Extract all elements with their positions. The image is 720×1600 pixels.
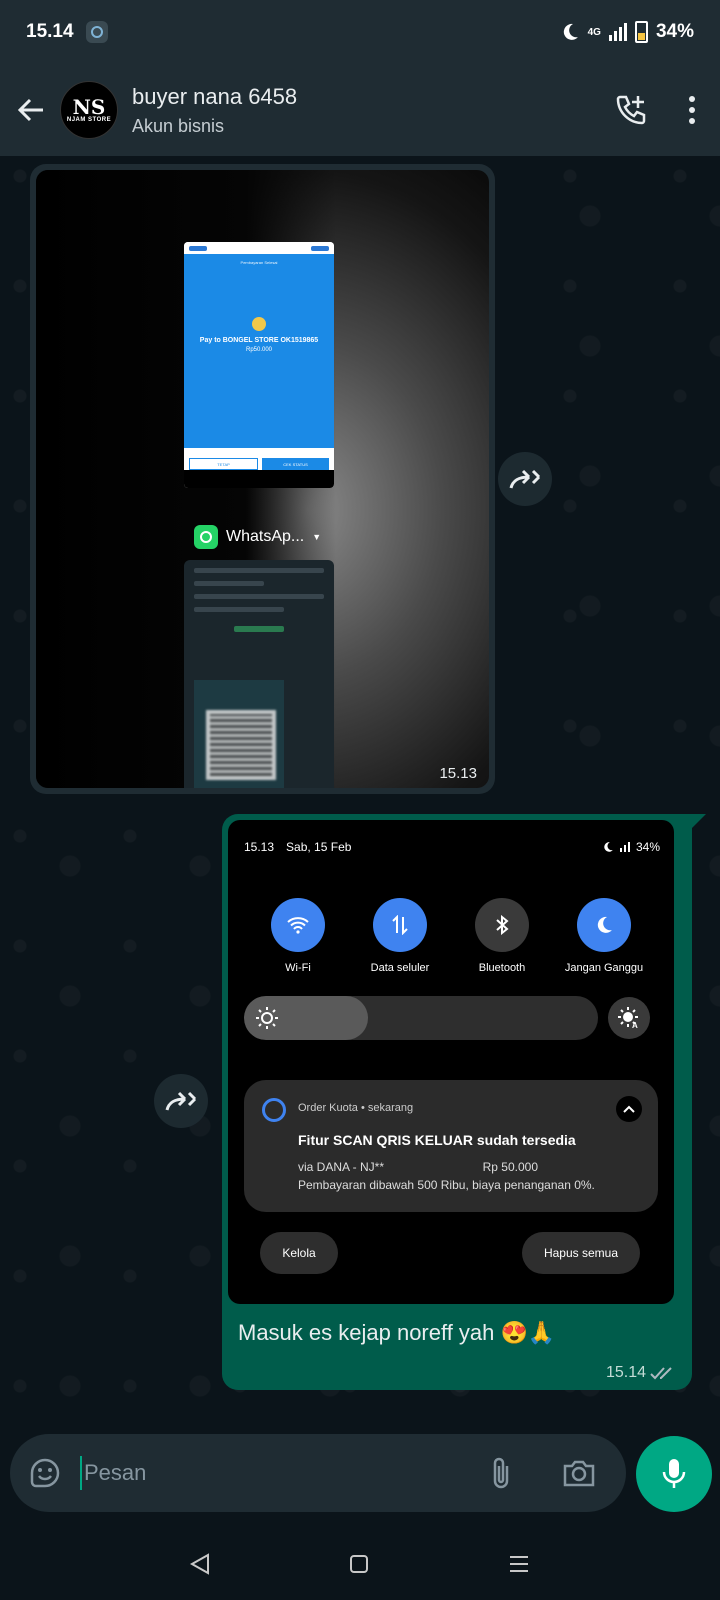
order-kuota-icon bbox=[262, 1098, 286, 1122]
sticker-icon[interactable] bbox=[28, 1456, 62, 1490]
status-bar: 15.14 4G 34% bbox=[0, 0, 720, 64]
notification-app-icon bbox=[85, 21, 108, 43]
sun-icon bbox=[256, 1007, 278, 1029]
chat-header: NS NJAM STORE buyer nana 6458 Akun bisni… bbox=[0, 64, 720, 156]
tile-label: Jangan Ganggu bbox=[564, 962, 644, 974]
payment-title: Pay to BONGEL STORE OK1519865 bbox=[199, 337, 319, 344]
qr-code bbox=[206, 710, 276, 780]
quick-settings-tiles: Wi-Fi Data seluler Bluetooth Jangan Gang… bbox=[248, 898, 654, 974]
chat-area[interactable]: Pembayaran Selesai Pay to BONGEL STORE O… bbox=[0, 156, 720, 1422]
forward-icon bbox=[165, 1091, 197, 1111]
chevron-up-icon bbox=[616, 1096, 642, 1122]
tile-mobile-data: Data seluler bbox=[350, 898, 450, 974]
notification-card: Order Kuota • sekarang Fitur SCAN QRIS K… bbox=[244, 1080, 658, 1212]
text-cursor bbox=[80, 1456, 82, 1490]
tile-bluetooth: Bluetooth bbox=[452, 898, 552, 974]
chevron-down-icon: ▼ bbox=[312, 532, 322, 542]
coin-icon bbox=[252, 317, 266, 331]
message-input-bar: Pesan bbox=[0, 1422, 720, 1528]
blurred-chat-preview bbox=[184, 560, 334, 788]
contact-name: buyer nana 6458 bbox=[132, 83, 298, 109]
tile-label: Bluetooth bbox=[478, 962, 526, 974]
auto-brightness-button: A bbox=[608, 997, 650, 1039]
forward-button[interactable] bbox=[154, 1074, 208, 1128]
signal-icon bbox=[608, 23, 627, 41]
notification-note: Pembayaran dibawah 500 Ribu, biaya penan… bbox=[298, 1178, 595, 1192]
moon-icon bbox=[597, 916, 612, 933]
payment-amount: Rp50.000 bbox=[245, 347, 273, 353]
moon-icon bbox=[604, 842, 613, 852]
signal-icon bbox=[619, 842, 630, 852]
back-button[interactable] bbox=[14, 93, 48, 127]
forward-icon bbox=[509, 469, 541, 489]
battery-level: 34% bbox=[655, 21, 694, 42]
qs-time: 15.13 bbox=[244, 840, 275, 854]
recents-nav-icon[interactable] bbox=[507, 1553, 531, 1575]
notification-title: Fitur SCAN QRIS KELUAR sudah tersedia bbox=[298, 1132, 576, 1148]
moon-icon bbox=[563, 23, 578, 40]
message-time: 15.13 bbox=[439, 765, 477, 782]
tile-label: Data seluler bbox=[370, 962, 430, 974]
qs-battery: 34% bbox=[635, 840, 660, 854]
status-time: 15.14 bbox=[26, 21, 74, 42]
contact-subtitle: Akun bisnis bbox=[132, 115, 225, 136]
screenshot-image[interactable]: Pembayaran Selesai Pay to BONGEL STORE O… bbox=[36, 170, 489, 788]
back-nav-icon[interactable] bbox=[189, 1552, 211, 1576]
more-options-icon[interactable] bbox=[688, 95, 696, 125]
manage-button: Kelola bbox=[260, 1232, 338, 1274]
incoming-image-message[interactable]: Pembayaran Selesai Pay to BONGEL STORE O… bbox=[30, 164, 495, 794]
contact-info[interactable]: buyer nana 6458 Akun bisnis bbox=[132, 84, 297, 137]
bluetooth-icon bbox=[496, 915, 509, 935]
wifi-icon bbox=[287, 917, 309, 934]
home-nav-icon[interactable] bbox=[348, 1553, 370, 1575]
payment-preview-card: Pembayaran Selesai Pay to BONGEL STORE O… bbox=[184, 242, 334, 488]
tile-label: Wi-Fi bbox=[285, 962, 311, 974]
qs-status-bar: 15.13 Sab, 15 Feb 34% bbox=[244, 840, 660, 854]
brightness-slider bbox=[244, 996, 598, 1040]
whatsapp-icon bbox=[194, 525, 218, 549]
network-type: 4G bbox=[587, 26, 601, 38]
avatar[interactable]: NS NJAM STORE bbox=[60, 81, 118, 139]
svg-text:A: A bbox=[632, 1021, 638, 1029]
message-time: 15.14 bbox=[605, 1364, 646, 1381]
recent-app-label: WhatsAp... bbox=[226, 528, 305, 545]
message-input[interactable]: Pesan bbox=[10, 1434, 626, 1512]
read-receipt-icon bbox=[650, 1367, 672, 1380]
system-nav-bar bbox=[0, 1528, 720, 1600]
avatar-logo-text: NJAM STORE bbox=[66, 117, 112, 123]
data-icon bbox=[392, 915, 408, 935]
qs-date: Sab, 15 Feb bbox=[286, 840, 352, 854]
forward-button[interactable] bbox=[498, 452, 552, 506]
payment-check-button: CEK STATUS bbox=[262, 458, 329, 470]
payment-header: Pembayaran Selesai bbox=[240, 260, 278, 265]
attach-icon[interactable] bbox=[490, 1456, 512, 1490]
message-text: Masuk es kejap noreff yah 😍🙏 bbox=[238, 1320, 556, 1345]
voice-message-button[interactable] bbox=[636, 1436, 712, 1512]
outgoing-message[interactable]: 15.13 Sab, 15 Feb 34% Wi-Fi Data seluler… bbox=[222, 814, 706, 1390]
battery-icon bbox=[634, 21, 648, 43]
notification-amount: Rp 50.000 bbox=[482, 1160, 538, 1174]
auto-brightness-icon: A bbox=[618, 1007, 638, 1029]
quick-settings-screenshot[interactable]: 15.13 Sab, 15 Feb 34% Wi-Fi Data seluler… bbox=[228, 820, 674, 1304]
clear-all-button: Hapus semua bbox=[522, 1232, 640, 1274]
avatar-logo-mark: NS bbox=[72, 95, 106, 119]
microphone-icon bbox=[662, 1459, 686, 1488]
notification-via: via DANA - NJ** bbox=[298, 1160, 385, 1174]
tile-wifi: Wi-Fi bbox=[248, 898, 348, 974]
arrow-left-icon bbox=[17, 98, 43, 122]
payment-keep-button: TETAP bbox=[189, 458, 258, 470]
message-placeholder: Pesan bbox=[84, 1460, 147, 1485]
camera-icon[interactable] bbox=[562, 1458, 596, 1488]
recent-app-chip: WhatsAp... ▼ bbox=[194, 525, 321, 549]
tile-do-not-disturb: Jangan Ganggu bbox=[554, 898, 654, 974]
add-call-icon[interactable] bbox=[614, 93, 648, 127]
notification-app-line: Order Kuota • sekarang bbox=[298, 1102, 414, 1114]
